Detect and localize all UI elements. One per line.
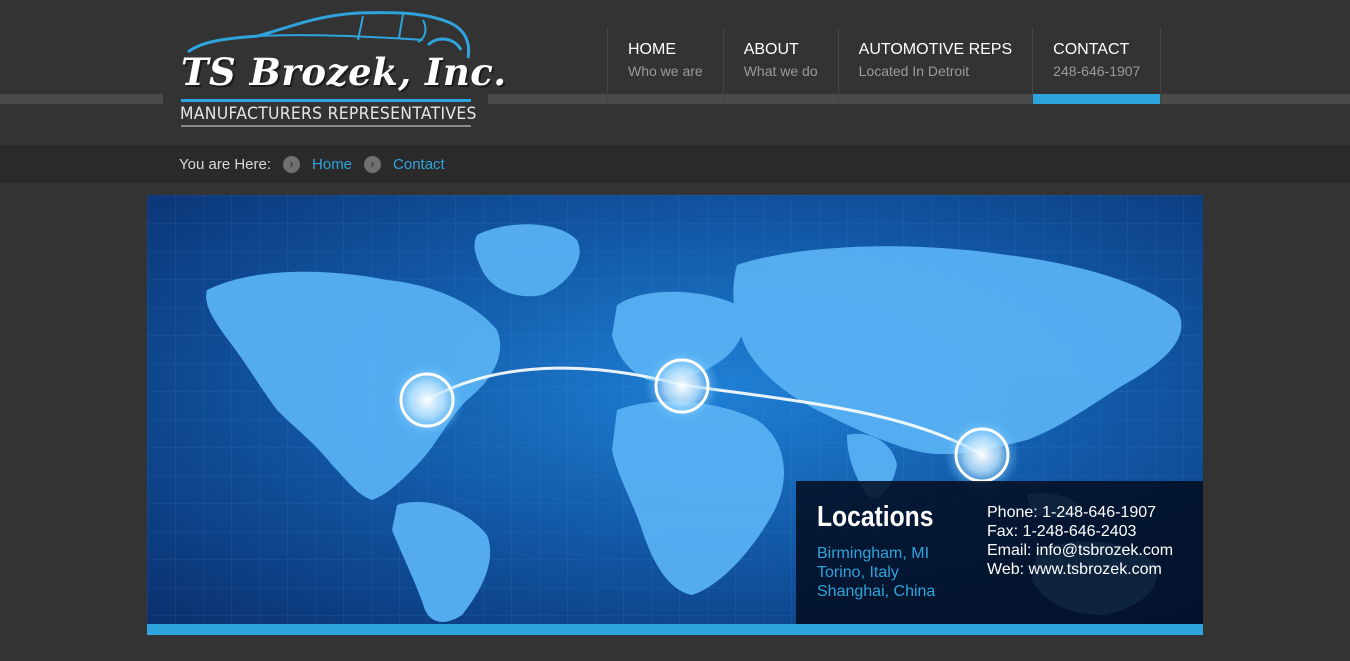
logo-underline xyxy=(181,125,471,127)
contact-fax: Fax: 1-248-646-2403 xyxy=(987,523,1137,540)
nav-automotive-reps[interactable]: AUTOMOTIVE REPS Located In Detroit xyxy=(837,28,1033,104)
nav-contact-sub: 248-646-1907 xyxy=(1053,63,1141,79)
breadcrumb-contact-link[interactable]: Contact xyxy=(393,156,445,173)
nav-home-title: HOME xyxy=(628,41,676,58)
location-shanghai: Shanghai, China xyxy=(817,583,936,600)
main-nav: HOME Who we are ABOUT What we do AUTOMOT… xyxy=(607,28,1162,104)
logo-tagline: MANUFACTURERS REPRESENTATIVES xyxy=(180,104,477,124)
nav-about-title: ABOUT xyxy=(743,41,799,58)
location-birmingham: Birmingham, MI xyxy=(817,545,930,562)
chevron-right-icon: › xyxy=(283,155,301,173)
nav-home[interactable]: HOME Who we are xyxy=(607,28,723,104)
contact-details: Phone: 1-248-646-1907 Fax: 1-248-646-240… xyxy=(987,503,1173,579)
contact-web[interactable]: Web: www.tsbrozek.com xyxy=(987,560,1173,579)
locations-panel: Locations Birmingham, MI Torino, Italy S… xyxy=(796,481,1203,624)
nav-automotive-reps-title: AUTOMOTIVE REPS xyxy=(858,41,1013,58)
logo-rule xyxy=(181,99,471,102)
nav-about-sub: What we do xyxy=(743,63,818,79)
nav-contact[interactable]: CONTACT 248-646-1907 xyxy=(1032,28,1162,104)
chevron-right-icon: › xyxy=(364,155,382,173)
locations-heading: Locations xyxy=(817,501,934,533)
logo-name: TS Brozek, Inc. xyxy=(181,50,507,94)
breadcrumb-bar: You are Here: › Home › Contact xyxy=(0,145,1350,183)
contact-phone: Phone: 1-248-646-1907 xyxy=(987,504,1157,521)
nav-contact-title: CONTACT xyxy=(1053,41,1130,58)
banner-bottom-bar xyxy=(147,624,1203,635)
breadcrumb-home-link[interactable]: Home xyxy=(312,156,352,173)
contact-email[interactable]: Email: info@tsbrozek.com xyxy=(987,541,1173,560)
nav-automotive-reps-sub: Located In Detroit xyxy=(858,63,970,79)
nav-home-sub: Who we are xyxy=(628,63,703,79)
nav-about[interactable]: ABOUT What we do xyxy=(722,28,838,104)
location-torino: Torino, Italy xyxy=(817,564,899,581)
logo[interactable]: TS Brozek, Inc. MANUFACTURERS REPRESENTA… xyxy=(163,0,506,135)
breadcrumb-label: You are Here: xyxy=(179,155,272,173)
breadcrumb: You are Here: › Home › Contact xyxy=(179,145,445,183)
locations-list: Birmingham, MI Torino, Italy Shanghai, C… xyxy=(817,544,935,601)
